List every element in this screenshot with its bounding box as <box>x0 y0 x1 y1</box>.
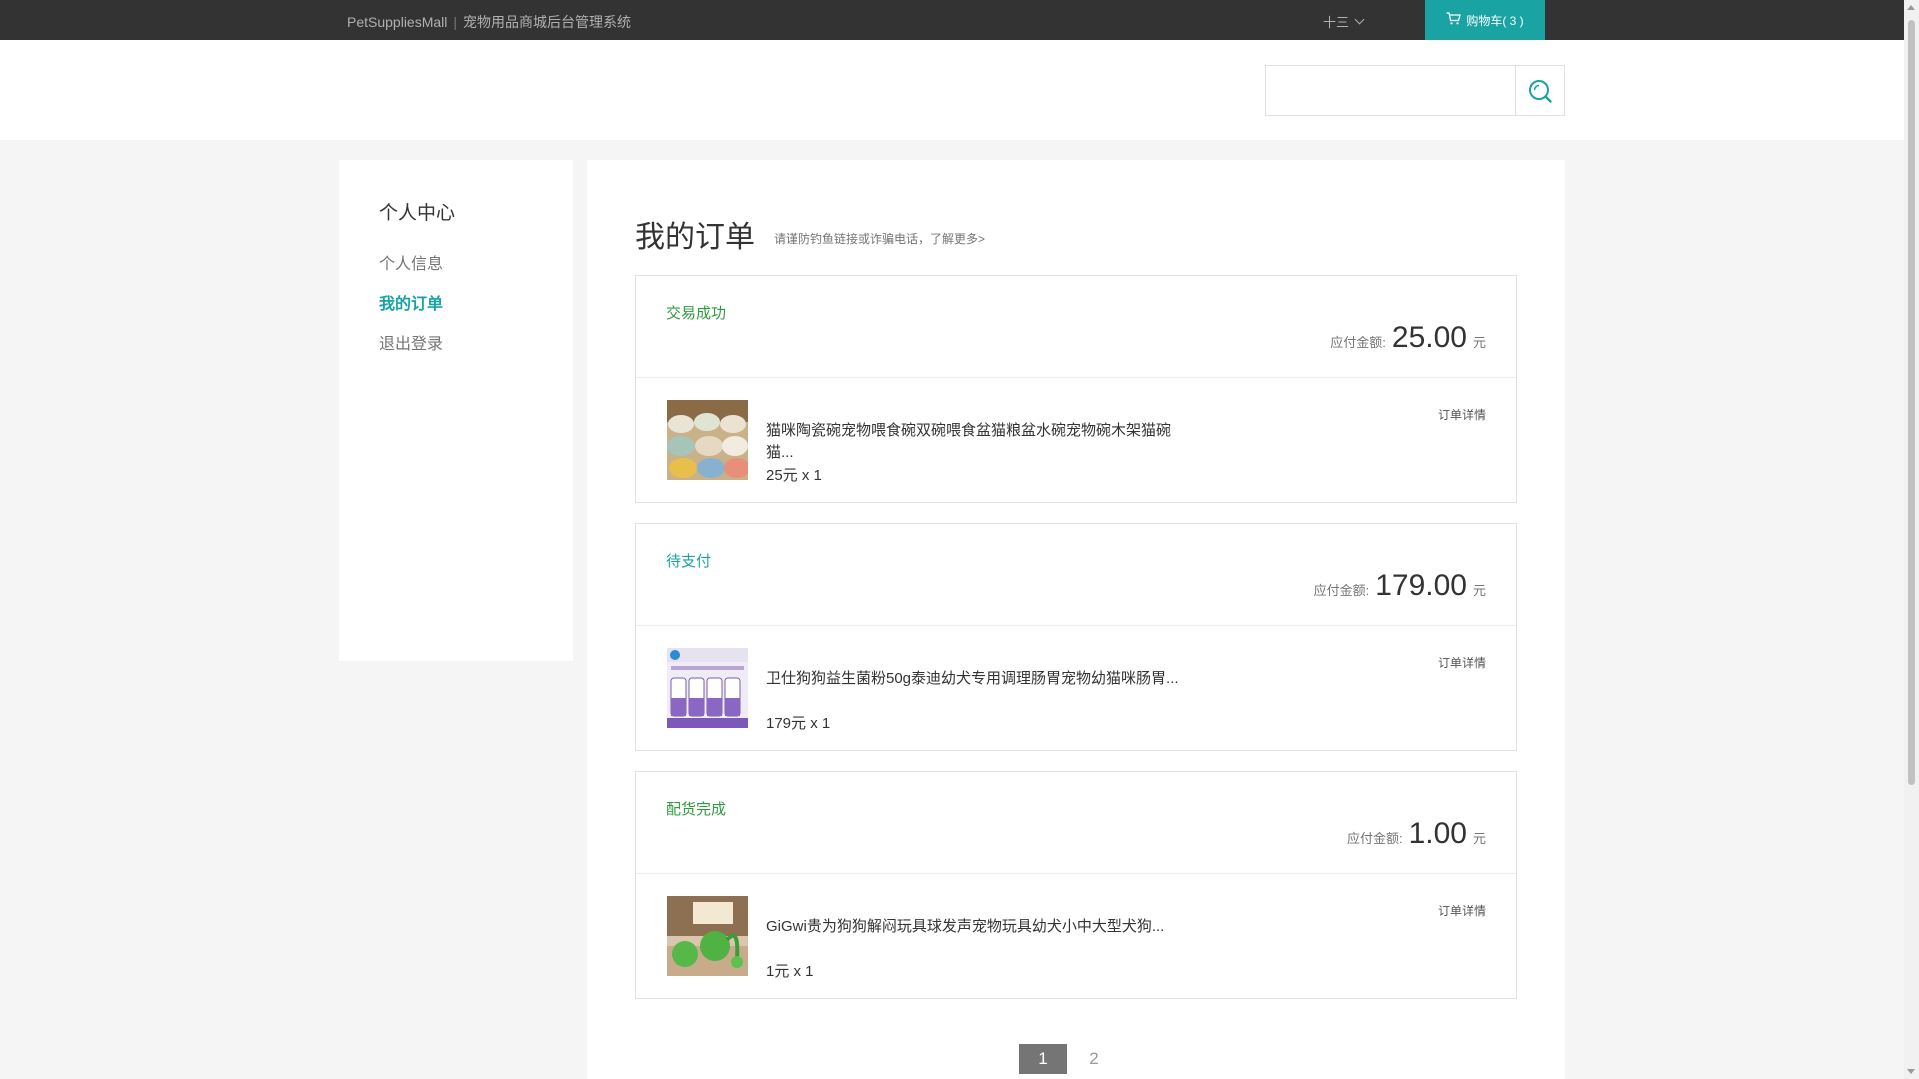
security-tip-link[interactable]: 请谨防钓鱼链接或诈骗电话，了解更多> <box>774 230 985 247</box>
product-image-ceramic-bowls[interactable] <box>667 400 748 480</box>
brand-name[interactable]: PetSuppliesMall <box>347 14 447 30</box>
cart-icon <box>1446 12 1462 28</box>
username[interactable]: 十三 <box>1323 12 1349 31</box>
top-bar: PetSuppliesMall | 宠物用品商城后台管理系统 十三 购物车( 3 ) <box>0 0 1904 40</box>
sidebar-item-orders[interactable]: 我的订单 <box>379 290 443 314</box>
order-amount: 应付金额: 1.00 元 <box>1347 817 1486 851</box>
order-header: 交易成功 应付金额: 25.00 元 <box>636 276 1516 378</box>
order-card: 交易成功 应付金额: 25.00 元 猫咪陶瓷碗宠物喂食碗双碗喂食盆猫粮盆水碗宠… <box>635 275 1517 503</box>
sidebar: 个人中心 个人信息 我的订单 退出登录 <box>339 160 573 661</box>
order-status: 交易成功 <box>666 305 727 322</box>
product-name[interactable]: 猫咪陶瓷碗宠物喂食碗双碗喂食盆猫粮盆水碗宠物碗木架猫碗猫... <box>766 420 1186 464</box>
header <box>0 40 1904 140</box>
scroll-down-arrow-icon[interactable] <box>1907 1069 1915 1074</box>
product-name[interactable]: GiGwi贵为狗狗解闷玩具球发声宠物玩具幼犬小中大型犬狗... <box>766 916 1186 938</box>
pagination-page-2[interactable]: 2 <box>1074 1044 1114 1074</box>
brand-separator: | <box>453 14 458 30</box>
product-price-qty: 25元 x 1 <box>766 467 822 484</box>
amount-value: 25.00 <box>1391 321 1467 354</box>
currency-unit: 元 <box>1472 583 1486 598</box>
order-status: 待支付 <box>666 553 712 570</box>
page-title: 我的订单 <box>635 221 755 254</box>
scrollbar-thumb[interactable] <box>1908 20 1915 785</box>
sidebar-item-logout[interactable]: 退出登录 <box>379 330 443 354</box>
product-image-toy-ball[interactable] <box>667 896 748 976</box>
scrollbar[interactable] <box>1904 0 1919 1079</box>
sidebar-item-profile[interactable]: 个人信息 <box>379 250 443 274</box>
amount-label: 应付金额: <box>1346 831 1403 846</box>
cart-button[interactable]: 购物车( 3 ) <box>1425 0 1545 40</box>
order-detail-link[interactable]: 订单详情 <box>1438 902 1486 919</box>
order-card: 配货完成 应付金额: 1.00 元 GiGwi贵为狗狗解闷玩具球发声宠物玩具幼犬… <box>635 771 1517 999</box>
order-item: 猫咪陶瓷碗宠物喂食碗双碗喂食盆猫粮盆水碗宠物碗木架猫碗猫... 25元 x 1 … <box>636 378 1516 502</box>
cart-label: 购物车( 3 ) <box>1466 13 1524 28</box>
order-item: GiGwi贵为狗狗解闷玩具球发声宠物玩具幼犬小中大型犬狗... 1元 x 1 订… <box>636 874 1516 998</box>
order-amount: 应付金额: 25.00 元 <box>1330 321 1486 355</box>
system-name: 宠物用品商城后台管理系统 <box>463 14 632 30</box>
order-detail-link[interactable]: 订单详情 <box>1438 654 1486 671</box>
search-icon <box>1529 79 1552 103</box>
amount-value: 1.00 <box>1408 817 1467 850</box>
currency-unit: 元 <box>1472 831 1486 846</box>
amount-label: 应付金额: <box>1330 335 1386 350</box>
product-image-probiotic[interactable] <box>667 648 748 728</box>
order-card: 待支付 应付金额: 179.00 元 卫仕狗狗益生菌粉50g泰迪幼犬专用调理肠胃… <box>635 523 1517 751</box>
main-panel: 我的订单 请谨防钓鱼链接或诈骗电话，了解更多> 交易成功 应付金额: 25.00… <box>587 160 1565 1079</box>
product-name[interactable]: 卫仕狗狗益生菌粉50g泰迪幼犬专用调理肠胃宠物幼猫咪肠胃... <box>766 668 1186 690</box>
order-amount: 应付金额: 179.00 元 <box>1314 569 1486 603</box>
amount-label: 应付金额: <box>1313 583 1370 598</box>
order-header: 待支付 应付金额: 179.00 元 <box>636 524 1516 626</box>
pagination-current-page[interactable]: 1 <box>1019 1044 1067 1074</box>
order-status: 配货完成 <box>666 801 727 818</box>
brand: PetSuppliesMall | 宠物用品商城后台管理系统 <box>347 12 631 32</box>
product-price-qty: 1元 x 1 <box>766 963 814 980</box>
order-header: 配货完成 应付金额: 1.00 元 <box>636 772 1516 874</box>
sidebar-title: 个人中心 <box>379 203 456 224</box>
order-detail-link[interactable]: 订单详情 <box>1438 406 1486 423</box>
search-button[interactable] <box>1515 65 1565 116</box>
currency-unit: 元 <box>1472 335 1486 350</box>
user-menu[interactable]: 十三 <box>1323 12 1365 31</box>
product-price-qty: 179元 x 1 <box>766 715 831 732</box>
scroll-up-arrow-icon[interactable] <box>1907 5 1915 10</box>
order-item: 卫仕狗狗益生菌粉50g泰迪幼犬专用调理肠胃宠物幼猫咪肠胃... 179元 x 1… <box>636 626 1516 750</box>
search-input[interactable] <box>1265 65 1516 116</box>
chevron-down-icon <box>1354 14 1365 25</box>
amount-value: 179.00 <box>1375 569 1467 602</box>
